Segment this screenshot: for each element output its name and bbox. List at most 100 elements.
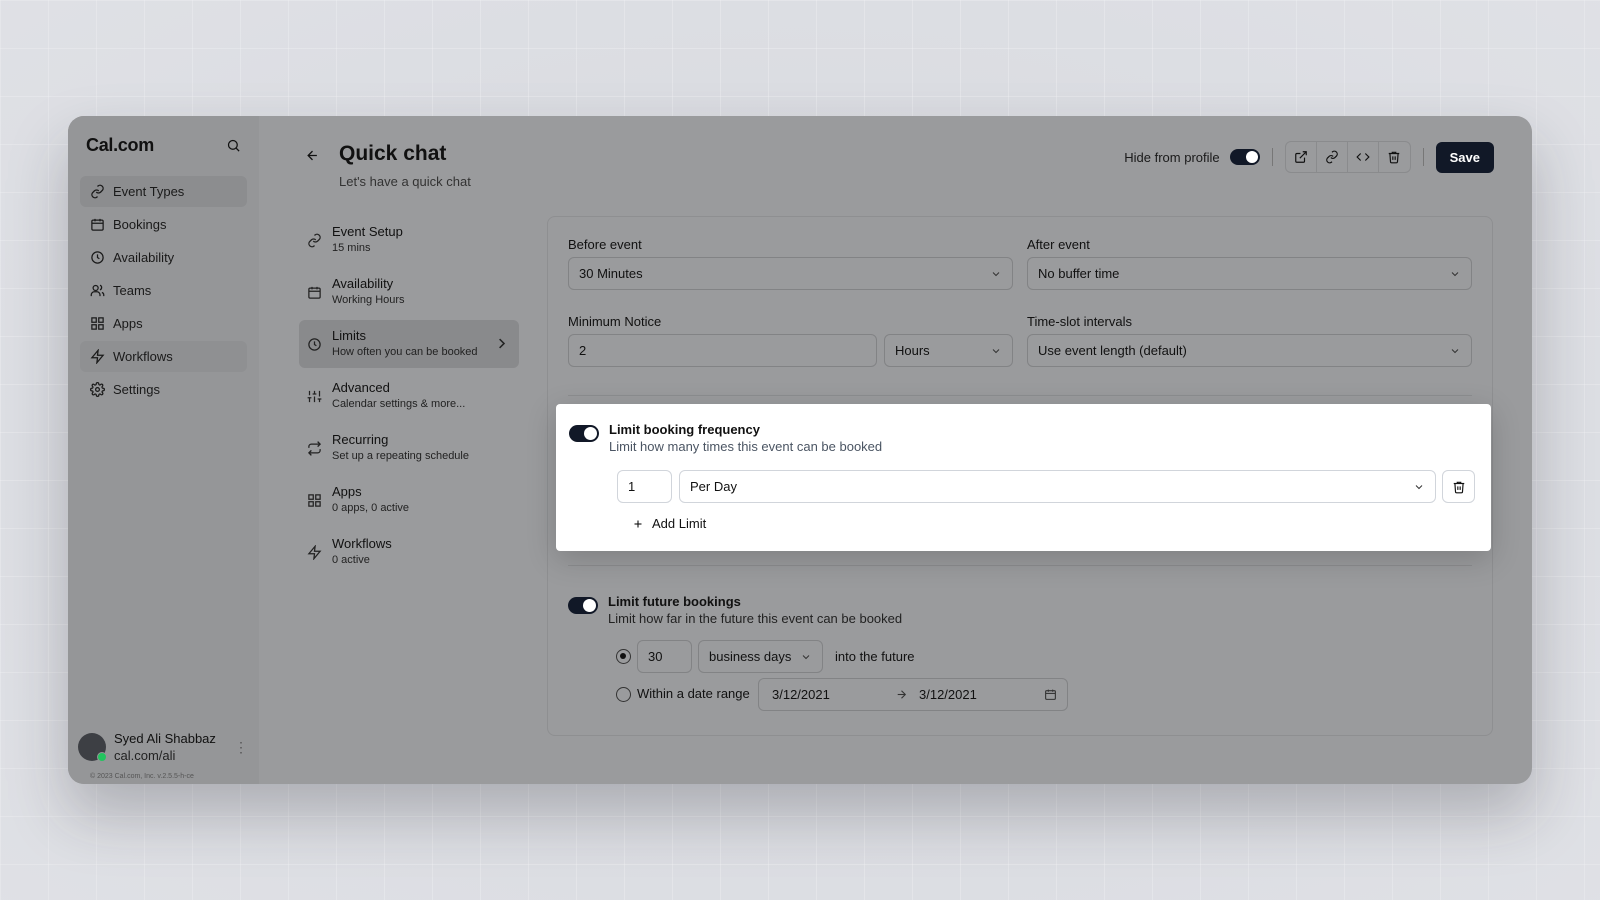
time-slot-select[interactable]: Use event length (default) (1027, 334, 1472, 367)
embed-code-icon[interactable] (1348, 142, 1379, 172)
users-icon (90, 284, 105, 297)
after-event-label: After event (1027, 237, 1090, 252)
tab-desc: 0 apps, 0 active (332, 502, 410, 514)
clock-icon (308, 337, 321, 351)
future-days-radio[interactable] (616, 649, 631, 664)
more-vertical-icon[interactable]: ⋮ (234, 739, 248, 756)
select-value: Per Day (690, 479, 737, 494)
action-button-group (1284, 141, 1411, 173)
start-date: 3/12/2021 (772, 687, 830, 702)
tab-title: Recurring (332, 432, 389, 447)
link-icon (308, 233, 321, 247)
divider (1271, 148, 1273, 166)
copy-link-icon[interactable] (1317, 142, 1348, 172)
sidebar-item-label: Bookings (113, 217, 167, 232)
sidebar-item-teams[interactable]: Teams (80, 275, 247, 306)
tab-workflows[interactable]: Workflows 0 active (299, 528, 519, 576)
minimum-notice-label: Minimum Notice (568, 314, 662, 329)
trash-icon (1453, 481, 1464, 493)
future-days-input[interactable]: 30 (637, 640, 692, 673)
tab-title: Availability (332, 276, 394, 291)
add-limit-button[interactable]: Add Limit (632, 516, 706, 531)
tab-title: Event Setup (332, 224, 403, 239)
tab-desc: 0 active (332, 554, 370, 566)
minimum-notice-unit-select[interactable]: Hours (884, 334, 1013, 367)
hide-from-profile-toggle[interactable] (1229, 149, 1260, 165)
input-value: 30 (648, 649, 663, 664)
user-menu[interactable]: Syed Ali Shabbaz cal.com/ali ⋮ (78, 730, 248, 764)
save-button[interactable]: Save (1435, 141, 1494, 173)
date-range-radio[interactable] (616, 687, 631, 702)
tab-recurring[interactable]: Recurring Set up a repeating schedule (299, 424, 519, 472)
sidebar-item-label: Event Types (113, 184, 185, 199)
input-value: 1 (628, 479, 636, 494)
clock-icon (91, 251, 104, 264)
add-limit-label: Add Limit (652, 516, 707, 531)
divider (1422, 148, 1424, 166)
limit-booking-frequency-card: Limit booking frequency Limit how many t… (556, 404, 1491, 551)
date-range-label: Within a date range (637, 686, 750, 701)
tab-limits[interactable]: Limits How often you can be booked (299, 320, 519, 368)
divider (568, 395, 1472, 396)
calendar-icon (308, 286, 321, 299)
user-info: Syed Ali Shabbaz cal.com/ali (114, 730, 226, 764)
external-link-icon[interactable] (1286, 142, 1317, 172)
tab-title: Advanced (332, 380, 390, 395)
chevron-down-icon (1451, 271, 1459, 276)
grid-icon (308, 493, 321, 507)
limit-frequency-toggle[interactable] (569, 425, 599, 442)
arrow-right-icon (895, 688, 908, 704)
chevron-right-icon (494, 336, 509, 356)
chevron-down-icon (992, 271, 1000, 276)
limit-frequency-desc: Limit how many times this event can be b… (609, 439, 883, 454)
future-days-unit-select[interactable]: business days (698, 640, 823, 673)
select-value: 30 Minutes (579, 266, 643, 281)
repeat-icon (307, 440, 322, 456)
frequency-count-input[interactable]: 1 (617, 470, 672, 503)
chevron-down-icon (1451, 348, 1459, 353)
sidebar-item-label: Availability (113, 250, 175, 265)
sidebar-item-bookings[interactable]: Bookings (80, 209, 247, 240)
sidebar-item-settings[interactable]: Settings (80, 374, 247, 405)
hide-from-profile-label: Hide from profile (1124, 149, 1220, 165)
sidebar-item-apps[interactable]: Apps (80, 308, 247, 339)
time-slot-label: Time-slot intervals (1027, 314, 1132, 329)
into-future-text: into the future (835, 649, 915, 664)
zap-icon (90, 349, 105, 364)
end-date: 3/12/2021 (919, 687, 977, 702)
sidebar-item-label: Settings (113, 382, 160, 397)
select-value: No buffer time (1038, 266, 1120, 281)
page-subtitle: Let's have a quick chat (339, 174, 471, 189)
remove-limit-button[interactable] (1442, 470, 1475, 503)
zap-icon (307, 544, 322, 560)
arrow-left-icon[interactable] (305, 148, 320, 168)
avatar (78, 733, 107, 762)
tab-title: Workflows (332, 536, 392, 551)
frequency-period-select[interactable]: Per Day (679, 470, 1436, 503)
chevron-down-icon (802, 654, 810, 659)
sidebar-nav: Event Types Bookings Availability Teams … (80, 176, 247, 405)
limit-future-toggle[interactable] (568, 597, 598, 614)
sliders-icon (307, 390, 322, 402)
sidebar-item-label: Apps (113, 316, 143, 331)
tab-event-setup[interactable]: Event Setup 15 mins (299, 216, 519, 264)
logo: Cal.com (86, 134, 154, 155)
trash-icon[interactable] (1379, 142, 1410, 172)
minimum-notice-input[interactable]: 2 (568, 334, 877, 367)
copyright: © 2023 Cal.com, Inc. v.2.5.5-h-ce (90, 773, 194, 780)
search-icon[interactable] (223, 135, 243, 155)
input-value: 2 (579, 343, 587, 358)
sidebar-item-workflows[interactable]: Workflows (80, 341, 247, 372)
tab-apps[interactable]: Apps 0 apps, 0 active (299, 476, 519, 524)
grid-icon (91, 317, 104, 330)
date-range-picker[interactable]: 3/12/2021 3/12/2021 (758, 678, 1068, 711)
before-event-select[interactable]: 30 Minutes (568, 257, 1013, 290)
calendar-icon[interactable] (1044, 688, 1057, 704)
sidebar-item-event-types[interactable]: Event Types (80, 176, 247, 207)
tab-title: Apps (332, 484, 362, 499)
tab-availability[interactable]: Availability Working Hours (299, 268, 519, 316)
after-event-select[interactable]: No buffer time (1027, 257, 1472, 290)
sidebar-item-availability[interactable]: Availability (80, 242, 247, 273)
tab-advanced[interactable]: Advanced Calendar settings & more... (299, 372, 519, 420)
user-name: Syed Ali Shabbaz (114, 731, 216, 746)
